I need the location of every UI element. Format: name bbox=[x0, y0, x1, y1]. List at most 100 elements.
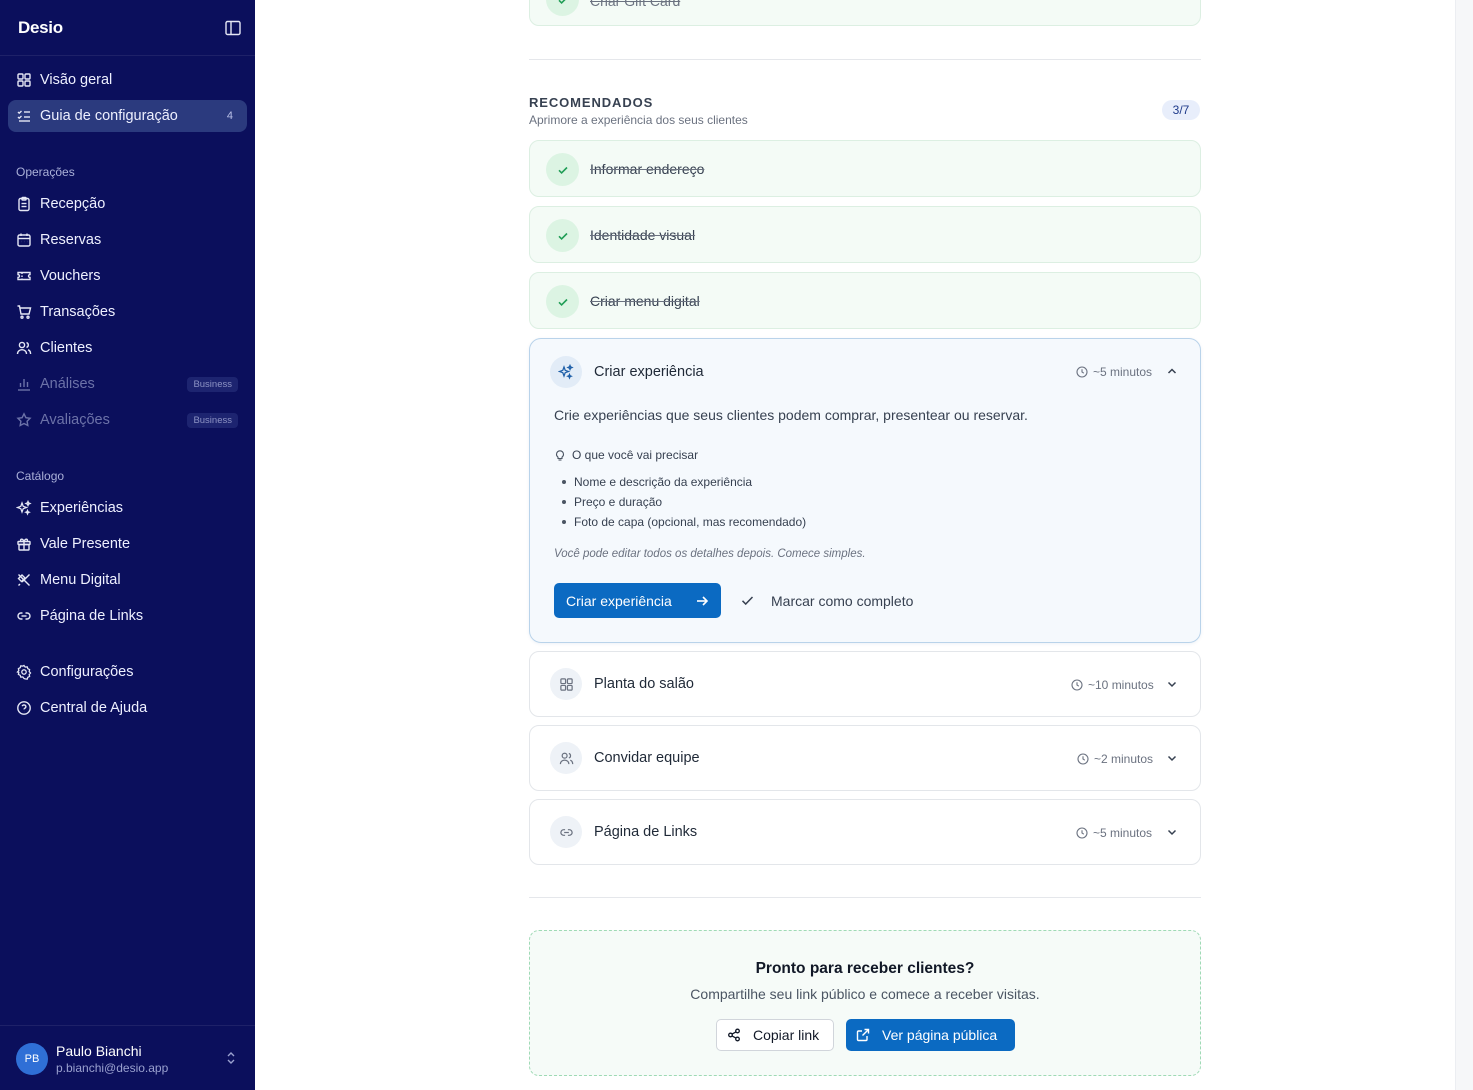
ready-cta-panel: Pronto para receber clientes? Compartilh… bbox=[529, 930, 1201, 1076]
sidebar-item-label: Guia de configuração bbox=[40, 108, 178, 124]
copy-link-button[interactable]: Copiar link bbox=[716, 1019, 834, 1051]
done-card-label: Criar Gift Card bbox=[590, 0, 681, 9]
arrow-right-icon bbox=[697, 596, 709, 606]
sidebar-item-label: Análises bbox=[40, 376, 95, 392]
sidebar-item-central-ajuda[interactable]: Central de Ajuda bbox=[8, 692, 247, 724]
sidebar-toggle-icon[interactable] bbox=[224, 19, 242, 37]
sidebar-item-menu-digital[interactable]: Menu Digital bbox=[8, 564, 247, 596]
clock-icon bbox=[1076, 827, 1088, 839]
time-estimate-text: ~5 minutos bbox=[1093, 365, 1153, 379]
sidebar-item-label: Reservas bbox=[40, 232, 102, 248]
sidebar-item-pagina-links[interactable]: Página de Links bbox=[8, 600, 247, 632]
list-item: Nome e descrição da experiência bbox=[562, 472, 806, 492]
time-estimate-text: ~2 minutos bbox=[1094, 752, 1154, 766]
sidebar: Desio Visão geral Guia de configuração 4… bbox=[0, 0, 255, 1090]
section-divider bbox=[529, 59, 1201, 60]
calendar-icon bbox=[17, 233, 31, 247]
done-card-informar-endereco[interactable]: Informar endereço bbox=[529, 140, 1201, 197]
section-subtitle: Aprimore a experiência dos seus clientes bbox=[529, 113, 748, 127]
time-estimate-text: ~5 minutos bbox=[1093, 826, 1153, 840]
completed-check-icon bbox=[546, 285, 579, 318]
card-title: Página de Links bbox=[594, 824, 698, 840]
card-description: Crie experiências que seus clientes pode… bbox=[554, 407, 1028, 423]
criar-experiencia-button[interactable]: Criar experiência bbox=[554, 583, 721, 618]
sidebar-item-vale-presente[interactable]: Vale Presente bbox=[8, 528, 247, 560]
sparkles-icon bbox=[550, 356, 582, 388]
time-estimate: ~2 minutos bbox=[1077, 752, 1153, 766]
card-title: Convidar equipe bbox=[594, 750, 700, 766]
chevrons-up-down-icon[interactable] bbox=[224, 1050, 238, 1066]
sidebar-item-label: Configurações bbox=[40, 664, 134, 680]
completed-check-icon bbox=[546, 153, 579, 186]
sidebar-item-label: Recepção bbox=[40, 196, 106, 212]
right-panel-edge bbox=[1455, 0, 1473, 1090]
cart-icon bbox=[17, 305, 32, 319]
sidebar-item-label: Página de Links bbox=[40, 608, 144, 624]
gear-icon bbox=[16, 664, 32, 680]
sidebar-item-avaliacoes[interactable]: Avaliações Business bbox=[8, 404, 247, 436]
brand-logo[interactable]: Desio bbox=[18, 16, 63, 40]
button-label: Marcar como completo bbox=[771, 592, 914, 609]
expanded-card-criar-experiencia: Criar experiência ~5 minutos Crie experi… bbox=[529, 338, 1201, 643]
card-title: Planta do salão bbox=[594, 676, 694, 692]
todo-card-pagina-links[interactable]: Página de Links ~5 minutos bbox=[529, 799, 1201, 865]
chevron-down-icon[interactable] bbox=[1165, 825, 1179, 839]
requirements-title-text: O que você vai precisar bbox=[572, 448, 699, 462]
checklist-icon bbox=[17, 110, 30, 122]
link-icon bbox=[17, 612, 31, 620]
gift-icon bbox=[17, 538, 31, 551]
card-note: Você pode editar todos os detalhes depoi… bbox=[554, 548, 866, 560]
view-public-page-button[interactable]: Ver página pública bbox=[846, 1019, 1015, 1051]
sidebar-item-count: 4 bbox=[226, 110, 233, 122]
time-estimate: ~5 minutos bbox=[1076, 365, 1152, 379]
sidebar-item-label: Central de Ajuda bbox=[40, 700, 148, 716]
button-label: Copiar link bbox=[753, 1027, 820, 1043]
sidebar-item-configuracoes[interactable]: Configurações bbox=[8, 656, 247, 688]
todo-card-planta-salao[interactable]: Planta do salão ~10 minutos bbox=[529, 651, 1201, 717]
lightbulb-icon bbox=[555, 450, 565, 461]
sidebar-item-experiencias[interactable]: Experiências bbox=[8, 492, 247, 524]
sidebar-divider bbox=[0, 55, 255, 56]
sidebar-item-label: Visão geral bbox=[40, 72, 113, 88]
done-card-criar-menu-digital[interactable]: Criar menu digital bbox=[529, 272, 1201, 329]
check-icon bbox=[741, 596, 754, 606]
business-badge: Business bbox=[187, 376, 238, 392]
section-title: RECOMENDADOS bbox=[529, 95, 654, 110]
avatar: PB bbox=[16, 1043, 48, 1075]
sparkles-icon bbox=[16, 500, 32, 516]
users-icon bbox=[16, 341, 32, 355]
section-divider bbox=[529, 897, 1201, 898]
sidebar-item-clientes[interactable]: Clientes bbox=[8, 332, 247, 364]
time-estimate-text: ~10 minutos bbox=[1088, 678, 1154, 692]
sidebar-item-visao-geral[interactable]: Visão geral bbox=[8, 64, 247, 96]
chevron-down-icon[interactable] bbox=[1165, 751, 1179, 765]
sidebar-item-reservas[interactable]: Reservas bbox=[8, 224, 247, 256]
users-icon bbox=[550, 742, 582, 774]
sidebar-item-guia-configuracao[interactable]: Guia de configuração 4 bbox=[8, 100, 247, 132]
chevron-up-icon[interactable] bbox=[1165, 364, 1179, 378]
sidebar-item-label: Vouchers bbox=[40, 268, 101, 284]
sidebar-item-transacoes[interactable]: Transações bbox=[8, 296, 247, 328]
requirements-title: O que você vai precisar bbox=[554, 448, 698, 462]
time-estimate: ~5 minutos bbox=[1076, 826, 1152, 840]
done-card-label: Criar menu digital bbox=[590, 293, 700, 309]
sidebar-item-analises[interactable]: Análises Business bbox=[8, 368, 247, 400]
card-title[interactable]: Criar experiência bbox=[594, 364, 704, 380]
done-card-gift-card[interactable]: Criar Gift Card bbox=[529, 0, 1201, 26]
done-card-identidade-visual[interactable]: Identidade visual bbox=[529, 206, 1201, 263]
sidebar-item-label: Clientes bbox=[40, 340, 93, 356]
clock-icon bbox=[1071, 679, 1083, 691]
list-item: Foto de capa (opcional, mas recomendado) bbox=[562, 512, 806, 532]
external-link-icon bbox=[856, 1028, 870, 1042]
chevron-down-icon[interactable] bbox=[1165, 677, 1179, 691]
sidebar-item-recepcao[interactable]: Recepção bbox=[8, 188, 247, 220]
done-card-label: Identidade visual bbox=[590, 227, 696, 243]
layout-grid-icon bbox=[550, 668, 582, 700]
sidebar-item-vouchers[interactable]: Vouchers bbox=[8, 260, 247, 292]
todo-card-convidar-equipe[interactable]: Convidar equipe ~2 minutos bbox=[529, 725, 1201, 791]
user-email: p.bianchi@desio.app bbox=[56, 1061, 169, 1075]
mark-complete-button[interactable]: Marcar como completo bbox=[740, 583, 913, 618]
user-menu[interactable]: PB Paulo Bianchi p.bianchi@desio.app bbox=[0, 1025, 255, 1090]
grid-icon bbox=[17, 73, 31, 87]
progress-badge: 3/7 bbox=[1162, 100, 1200, 120]
